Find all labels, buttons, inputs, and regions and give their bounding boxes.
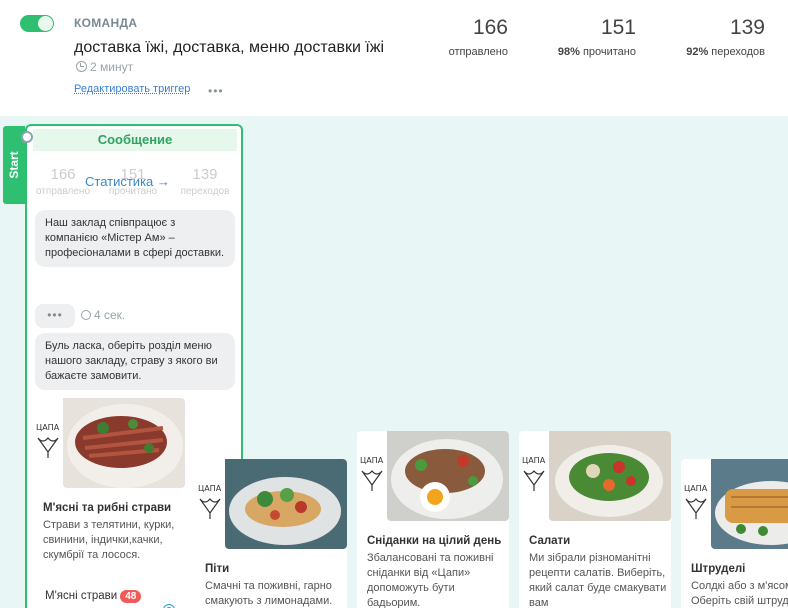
stat-clicks-number: 139 bbox=[729, 16, 765, 39]
more-options-icon[interactable]: ••• bbox=[208, 84, 224, 98]
gallery-card[interactable]: ЦAПA Піти Смачні та поживні, гарно смаку… bbox=[195, 459, 347, 608]
message-node-header: Сообщение bbox=[33, 129, 237, 151]
dish-photo-strudel bbox=[711, 459, 788, 549]
gallery-card[interactable]: ЦAПA Штруделі Солдкі або з м'ясом. Обері… bbox=[681, 459, 788, 608]
stat-sent-label: отправлено bbox=[448, 46, 508, 58]
gallery-card[interactable]: ЦAПA М'ясні та рибні страви Страви з тел… bbox=[33, 398, 185, 588]
gallery-card-desc: Страви з телятини, курки, свинини, індич… bbox=[43, 519, 175, 561]
delay-indicator: 4 сек. bbox=[81, 308, 125, 322]
gallery-card-button[interactable]: М'ясні страви 48 bbox=[39, 590, 147, 608]
logo-text: ЦAПA bbox=[198, 484, 222, 493]
logo-icon: ЦAПA bbox=[684, 484, 708, 519]
edit-trigger-link[interactable]: Редактировать триггер bbox=[74, 83, 190, 95]
logo-icon: ЦAПA bbox=[36, 423, 60, 458]
trigger-toggle[interactable] bbox=[20, 15, 54, 32]
logo-text: ЦAПA bbox=[36, 423, 60, 432]
gallery-card-desc: Збалансовані та поживні сніданки від «Ца… bbox=[367, 552, 494, 608]
mini-stat-sent-label: отправлено bbox=[35, 186, 91, 197]
mini-stat-clicks-number: 139 bbox=[192, 166, 218, 183]
trigger-age: 2 минут bbox=[76, 60, 133, 74]
click-count-badge: 48 bbox=[120, 590, 142, 603]
dish-photo-breakfast bbox=[387, 431, 509, 521]
stat-clicks-label: 92% переходов bbox=[686, 46, 765, 58]
message-bubble-intro: Наш заклад співпрацює з компанією «Місте… bbox=[35, 210, 235, 267]
typing-indicator: ••• bbox=[35, 304, 75, 328]
gallery-card-title: Піти bbox=[205, 563, 230, 575]
logo-icon: ЦAПA bbox=[198, 484, 222, 519]
stat-clicks-text: переходов bbox=[708, 46, 765, 58]
dish-photo-meat bbox=[63, 398, 185, 488]
clock-icon bbox=[76, 61, 87, 72]
stat-sent: 166 отправлено bbox=[449, 16, 508, 58]
mini-stat-clicks-label: переходов bbox=[180, 186, 230, 197]
mini-stat-sent-number: 166 bbox=[50, 166, 76, 183]
trigger-header: КОМАНДА доставка їжі, доставка, меню дос… bbox=[0, 0, 788, 116]
delay-text: 4 сек. bbox=[94, 308, 126, 322]
stopwatch-icon bbox=[81, 310, 91, 320]
gallery-card-title: М'ясні та рибні страви bbox=[43, 502, 172, 514]
gallery-card[interactable]: ЦAПA Салати Ми зібрали різноманітні реце… bbox=[519, 431, 671, 608]
stat-read-label: 98% прочитано bbox=[558, 46, 636, 58]
gallery-card-desc: Смачні та поживні, гарно смакують з лимо… bbox=[205, 580, 333, 607]
team-label: КОМАНДА bbox=[74, 16, 138, 30]
logo-text: ЦAПA bbox=[522, 456, 546, 465]
trigger-title: доставка їжі, доставка, меню доставки їж… bbox=[74, 38, 394, 77]
mini-stat-clicks: 139 переходов bbox=[173, 166, 237, 197]
logo-text: ЦAПA bbox=[360, 456, 384, 465]
dish-photo-pita bbox=[225, 459, 347, 549]
stat-clicks: 139 92% переходов bbox=[686, 16, 765, 58]
gallery-button-label: М'ясні страви bbox=[45, 590, 118, 602]
trigger-age-text: 2 минут bbox=[90, 60, 134, 74]
trigger-keywords: доставка їжі, доставка, меню доставки їж… bbox=[74, 39, 385, 56]
gallery-card[interactable]: ЦAПA Сніданки на цілий день Збалансовані… bbox=[357, 431, 509, 608]
start-label: Start bbox=[7, 151, 21, 179]
stat-read-text: прочитано bbox=[579, 46, 636, 58]
stat-read-number: 151 bbox=[600, 16, 636, 39]
gallery-card-desc: Ми зібрали різноманітні рецепти салатів.… bbox=[529, 552, 667, 608]
flow-canvas[interactable]: Start Сообщение 166 отправлено 151 прочи… bbox=[0, 116, 788, 608]
logo-text: ЦAПA bbox=[684, 484, 708, 493]
mini-stat-sent: 166 отправлено bbox=[33, 166, 93, 197]
logo-icon: ЦAПA bbox=[360, 456, 384, 491]
gallery-card-title: Штруделі bbox=[691, 563, 746, 575]
message-bubble-choose: Буль ласка, оберіть розділ меню нашого з… bbox=[35, 333, 235, 390]
gallery-card-title: Сніданки на цілий день bbox=[367, 535, 502, 547]
gallery-card-title: Салати bbox=[529, 535, 571, 547]
stat-clicks-percent: 92% bbox=[686, 46, 709, 58]
logo-icon: ЦAПA bbox=[522, 456, 546, 491]
stat-read: 151 98% прочитано bbox=[558, 16, 636, 58]
node-input-port[interactable] bbox=[21, 131, 33, 143]
stat-sent-number: 166 bbox=[472, 16, 508, 39]
dish-photo-salad bbox=[549, 431, 671, 521]
stat-read-percent: 98% bbox=[557, 46, 580, 58]
statistics-link[interactable]: Статистика → bbox=[85, 174, 170, 189]
gallery-card-desc: Солдкі або з м'ясом. Оберіть свій штруде… bbox=[691, 580, 788, 607]
